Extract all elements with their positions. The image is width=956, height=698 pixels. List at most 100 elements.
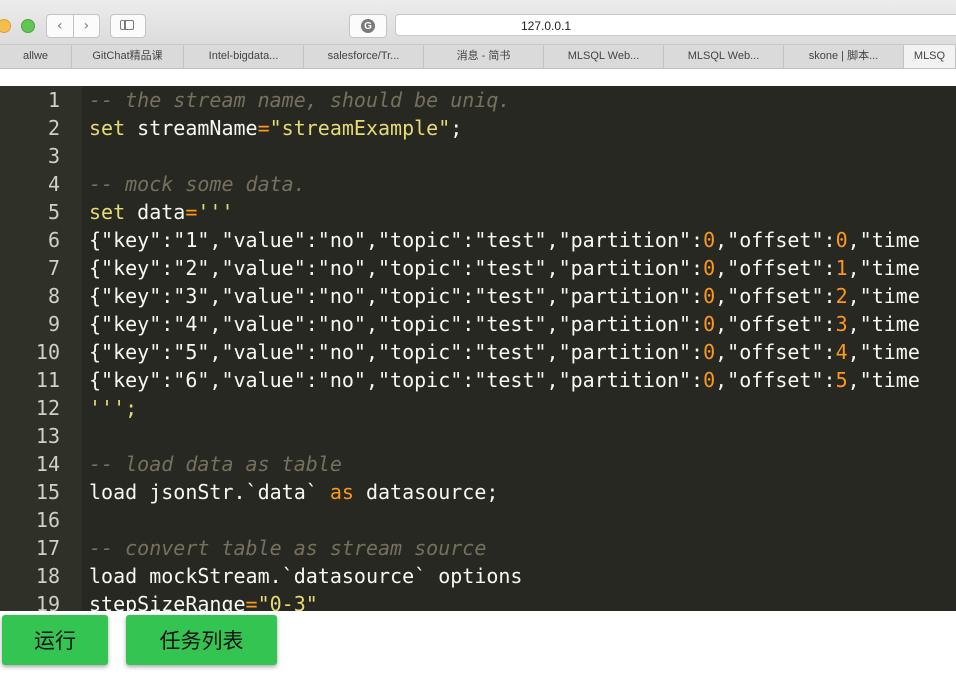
line-number: 5 <box>47 200 60 224</box>
code-token: 5 <box>835 368 848 392</box>
line-number: 18 <box>35 564 60 588</box>
code-line: {"key":"5","value":"no","topic":"test","… <box>89 338 920 366</box>
code-line: -- convert table as stream source <box>89 534 486 562</box>
line-number: 4 <box>47 172 60 196</box>
line-number: 7 <box>47 256 60 280</box>
code-token: 0 <box>703 228 716 252</box>
browser-toolbar: ‹ › G 127.0.0.1 <box>0 0 956 45</box>
line-number: 1 <box>47 88 60 112</box>
browser-tab[interactable]: skone | 脚本... <box>784 45 904 68</box>
code-token: as <box>329 480 354 504</box>
browser-tab[interactable]: GitChat精品课 <box>72 45 184 68</box>
line-number: 6 <box>47 228 60 252</box>
code-token: 0 <box>703 284 716 308</box>
code-token: 0 <box>835 228 848 252</box>
code-token: = <box>245 592 258 611</box>
code-token: ,"offset": <box>715 312 836 336</box>
code-line: '''; <box>89 394 137 422</box>
code-token: ,"time <box>847 284 920 308</box>
code-line: load jsonStr.`data` as datasource; <box>89 478 498 506</box>
browser-tab[interactable]: Intel-bigdata... <box>184 45 304 68</box>
extension-button[interactable]: G <box>349 14 387 38</box>
navigation-buttons: ‹ › <box>46 14 100 38</box>
code-token: "streamExample" <box>269 116 451 140</box>
code-token: -- the stream name, should be uniq. <box>89 88 511 112</box>
code-token: = <box>185 200 198 224</box>
code-token: {"key":"2","value":"no","topic":"test","… <box>89 256 704 280</box>
code-line: {"key":"1","value":"no","topic":"test","… <box>89 226 920 254</box>
code-line: -- mock some data. <box>89 170 306 198</box>
code-token: {"key":"6","value":"no","topic":"test","… <box>89 368 704 392</box>
line-number: 3 <box>47 144 60 168</box>
code-token: 0 <box>703 256 716 280</box>
code-token: data <box>137 200 186 224</box>
code-token: streamName <box>137 116 258 140</box>
google-icon: G <box>361 19 375 33</box>
back-icon[interactable]: ‹ <box>47 15 74 37</box>
line-number: 12 <box>35 396 60 420</box>
code-token: 0 <box>703 368 716 392</box>
code-token: {"key":"1","value":"no","topic":"test","… <box>89 228 704 252</box>
task-list-button[interactable]: 任务列表 <box>126 615 277 665</box>
code-line: {"key":"3","value":"no","topic":"test","… <box>89 282 920 310</box>
code-token: '''; <box>89 396 138 420</box>
code-line: set data=''' <box>89 198 234 226</box>
line-number: 2 <box>47 116 60 140</box>
line-number: 9 <box>47 312 60 336</box>
code-line: set streamName="streamExample"; <box>89 114 462 142</box>
address-bar[interactable]: 127.0.0.1 <box>395 14 956 36</box>
code-token: 4 <box>835 340 848 364</box>
code-token: ,"time <box>847 368 920 392</box>
run-button[interactable]: 运行 <box>2 615 108 665</box>
browser-tab[interactable]: MLSQL Web... <box>664 45 784 68</box>
code-line: {"key":"4","value":"no","topic":"test","… <box>89 310 920 338</box>
tab-strip: allwe GitChat精品课 Intel-bigdata... salesforc… <box>0 45 956 69</box>
browser-tab[interactable]: allwe <box>0 45 72 68</box>
code-token: {"key":"4","value":"no","topic":"test","… <box>89 312 704 336</box>
sidebar-icon <box>120 20 134 30</box>
code-token: 3 <box>835 312 848 336</box>
code-token: ,"offset": <box>715 340 836 364</box>
code-token: -- load data as table <box>89 452 342 476</box>
code-line: {"key":"6","value":"no","topic":"test","… <box>89 366 920 394</box>
code-token: ,"offset": <box>715 368 836 392</box>
code-token: datasource; <box>353 480 499 504</box>
code-token: ,"time <box>847 340 920 364</box>
code-token: "0-3" <box>257 592 318 611</box>
code-line: load mockStream.`datasource` options <box>89 562 522 590</box>
line-number: 10 <box>35 340 60 364</box>
zoom-window-button[interactable] <box>21 19 35 33</box>
code-token: ,"time <box>847 228 920 252</box>
line-number: 11 <box>35 368 60 392</box>
code-line: stepSizeRange="0-3" <box>89 590 318 611</box>
code-line: {"key":"2","value":"no","topic":"test","… <box>89 254 920 282</box>
line-number: 19 <box>35 592 60 611</box>
code-token: {"key":"5","value":"no","topic":"test","… <box>89 340 704 364</box>
code-token: ''' <box>197 200 234 224</box>
code-token: ,"time <box>847 312 920 336</box>
code-token: 2 <box>835 284 848 308</box>
minimize-window-button[interactable] <box>0 19 11 33</box>
code-token: load jsonStr.`data` <box>89 480 330 504</box>
code-token: 1 <box>835 256 848 280</box>
browser-tab[interactable]: MLSQL Web... <box>544 45 664 68</box>
line-number: 14 <box>35 452 60 476</box>
code-token: ,"offset": <box>715 256 836 280</box>
browser-tab[interactable]: 消息 - 简书 <box>424 45 544 68</box>
code-editor[interactable]: 1 -- the stream name, should be uniq. 2 set… <box>0 86 956 611</box>
sidebar-toggle-button[interactable] <box>110 14 146 38</box>
code-token: ,"offset": <box>715 284 836 308</box>
line-number: 17 <box>35 536 60 560</box>
code-token: ,"offset": <box>715 228 836 252</box>
browser-tab[interactable]: salesforce/Tr... <box>304 45 424 68</box>
line-number: 8 <box>47 284 60 308</box>
code-token: ,"time <box>847 256 920 280</box>
browser-tab[interactable]: MLSQ <box>904 45 956 68</box>
code-token: = <box>257 116 270 140</box>
code-token: stepSizeRange <box>89 592 246 611</box>
code-token: ; <box>450 116 463 140</box>
code-token: -- convert table as stream source <box>89 536 487 560</box>
forward-icon[interactable]: › <box>74 15 100 37</box>
code-line: -- load data as table <box>89 450 342 478</box>
code-token: -- mock some data. <box>89 172 306 196</box>
